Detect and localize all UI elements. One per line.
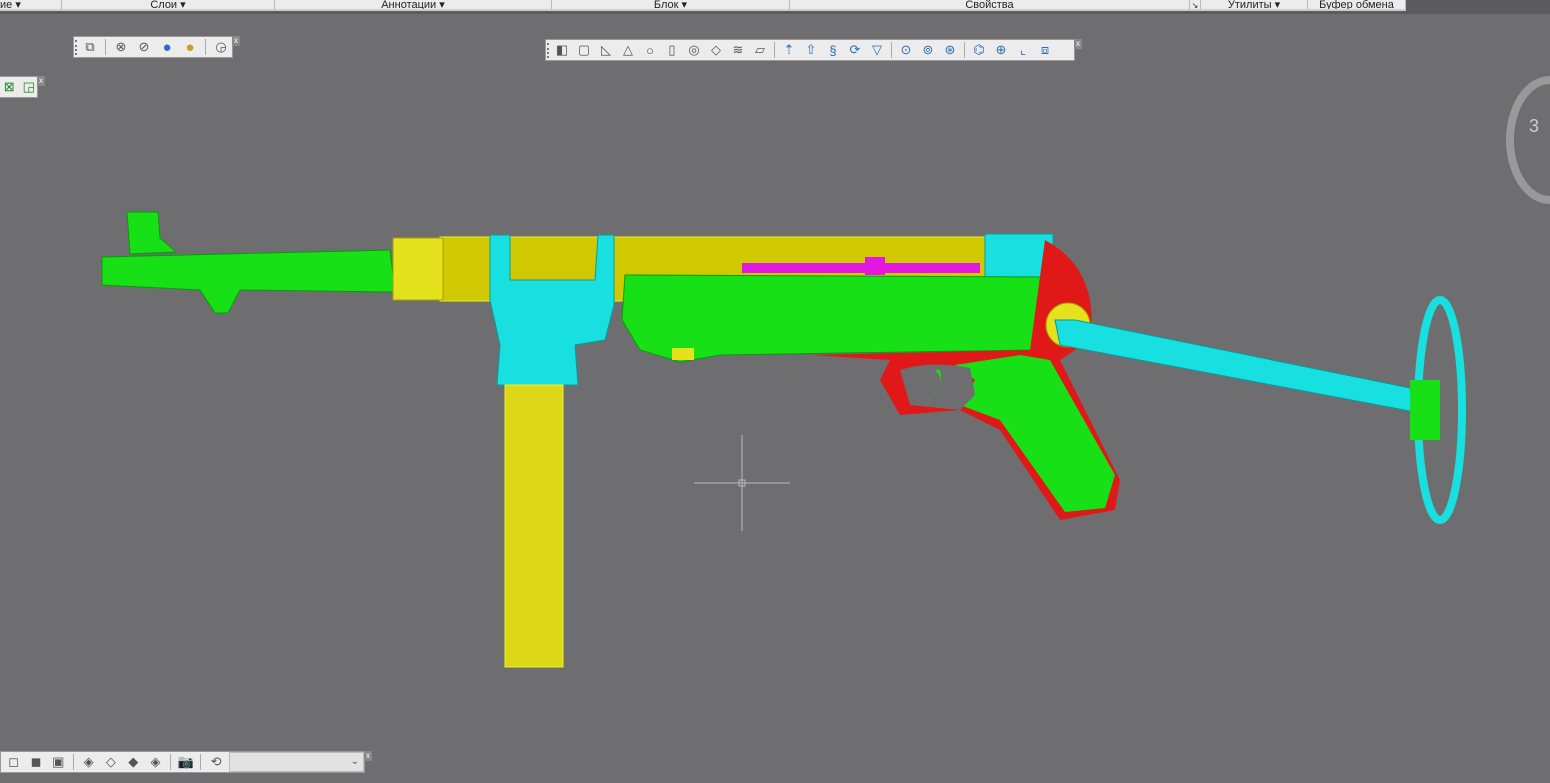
se-iso-icon[interactable]: ◇ [101, 753, 120, 771]
separator [891, 42, 892, 58]
zoom-window-icon[interactable]: ⊠ [1, 78, 18, 96]
barrel [101, 249, 396, 314]
camera-icon[interactable]: 📷 [176, 753, 195, 771]
3d-move-icon[interactable]: ⌬ [969, 41, 989, 59]
sphere-blue-icon[interactable]: ● [157, 38, 177, 56]
lower-receiver [621, 274, 1049, 363]
ribbon-panel-partial[interactable]: ие ▾ [0, 0, 62, 11]
helix-icon[interactable]: ≋ [728, 41, 748, 59]
sweep-icon[interactable]: § [823, 41, 843, 59]
ucs-previous-icon[interactable]: ⟲ [206, 753, 225, 771]
ribbon-panel-layers[interactable]: Слои ▾ [62, 0, 275, 11]
ribbon-panel-utilities[interactable]: Утилиты ▾ [1201, 0, 1308, 11]
front-view-icon[interactable]: ◼ [26, 753, 45, 771]
bolt-handle [865, 257, 885, 275]
sphere-gold-icon[interactable]: ● [180, 38, 200, 56]
render-settings-icon[interactable]: ◶ [211, 38, 231, 56]
butt-hinge [1410, 380, 1440, 440]
polysolid-icon[interactable]: ◧ [552, 41, 572, 59]
box-icon[interactable]: ▢ [574, 41, 594, 59]
ribbon-panel-annotations[interactable]: Аннотации ▾ [275, 0, 552, 11]
torus-icon[interactable]: ◎ [684, 41, 704, 59]
close-icon[interactable]: x [364, 751, 372, 761]
toolbar-grip[interactable] [75, 40, 78, 55]
stock-arm [1054, 319, 1421, 413]
3d-align-icon[interactable]: ⌞ [1013, 41, 1033, 59]
ribbon-panel-block[interactable]: Блок ▾ [552, 0, 790, 11]
close-icon[interactable]: x [1074, 39, 1082, 49]
top-view-icon[interactable]: ◻ [4, 753, 23, 771]
model-viewport [101, 76, 1550, 668]
close-icon[interactable]: x [232, 36, 240, 46]
zoom-extents-icon[interactable]: ◲ [21, 78, 38, 96]
visual-styles-toolbar: ⧉ ⊗ ⊘ ● ● ◶ x [73, 36, 240, 58]
small-part [672, 348, 694, 360]
grip-frame [810, 240, 1120, 520]
intersect-icon[interactable]: ⊛ [940, 41, 960, 59]
sphere-icon[interactable]: ○ [640, 41, 660, 59]
wedge-icon[interactable]: ◺ [596, 41, 616, 59]
pistol-grip [955, 355, 1115, 512]
union-icon[interactable]: ⊙ [896, 41, 916, 59]
stock-pivot [1045, 302, 1091, 348]
modeling-toolbar: ◧ ▢ ◺ △ ○ ▯ ◎ ◇ ≋ ▱ ⇡ ⇧ § ⟳ ▽ ⊙ ⊚ ⊛ ⌬ ⊕ ⌞ ⧈ x [545, 39, 1082, 61]
viewcube-label[interactable]: 3 [1529, 116, 1539, 137]
ribbon-bar: ие ▾ Слои ▾ Аннотации ▾ Блок ▾ Свойства … [0, 0, 1550, 14]
ne-iso-icon[interactable]: ◆ [124, 753, 143, 771]
barrel-nut [392, 237, 444, 301]
views-combo[interactable]: ⌄ [228, 752, 365, 772]
pyramid-icon[interactable]: ◇ [706, 41, 726, 59]
separator [105, 39, 106, 55]
properties-launcher-icon[interactable]: ↘ [1190, 0, 1201, 11]
revolve-icon[interactable]: ⟳ [845, 41, 865, 59]
viewcube-ring [1506, 76, 1550, 204]
circle-cross-icon[interactable]: ⊗ [111, 38, 131, 56]
cylinder-icon[interactable]: ▯ [662, 41, 682, 59]
subtract-icon[interactable]: ⊚ [918, 41, 938, 59]
cone-icon[interactable]: △ [618, 41, 638, 59]
circle-x-icon[interactable]: ⊘ [134, 38, 154, 56]
close-icon[interactable]: x [37, 76, 45, 86]
sw-iso-icon[interactable]: ◈ [79, 753, 98, 771]
magazine-housing [489, 234, 615, 386]
box-union-icon[interactable]: ⧉ [80, 38, 100, 56]
separator [964, 42, 965, 58]
views-toolbar: ◻ ◼ ▣ ◈ ◇ ◆ ◈ 📷 ⟲ ⌄ x [0, 751, 372, 773]
3d-array-icon[interactable]: ⧈ [1035, 41, 1055, 59]
front-sight [126, 211, 178, 255]
separator [170, 754, 172, 770]
loft-icon[interactable]: ▽ [867, 41, 887, 59]
small-toolbar: ⊠ ◲ x [0, 76, 45, 98]
rear-cap [984, 233, 1054, 291]
ribbon-panel-properties[interactable]: Свойства [790, 0, 1190, 11]
separator [774, 42, 775, 58]
separator [205, 39, 206, 55]
separator [200, 754, 202, 770]
butt-plate [1414, 296, 1466, 524]
extrude-icon[interactable]: ⇡ [779, 41, 799, 59]
magazine [504, 384, 564, 668]
trigger-guard-opening [900, 364, 975, 410]
toolbar-grip[interactable] [547, 43, 550, 58]
trigger [925, 370, 941, 400]
separator [72, 754, 74, 770]
nw-iso-icon[interactable]: ◈ [146, 753, 165, 771]
presspull-icon[interactable]: ⇧ [801, 41, 821, 59]
planar-surface-icon[interactable]: ▱ [750, 41, 770, 59]
bolt-slot [742, 263, 980, 273]
3d-rotate-icon[interactable]: ⊕ [991, 41, 1011, 59]
left-view-icon[interactable]: ▣ [49, 753, 68, 771]
receiver-tube [439, 236, 996, 302]
crosshair-cursor [694, 435, 790, 531]
ribbon-panel-clipboard[interactable]: Буфер обмена [1308, 0, 1406, 11]
